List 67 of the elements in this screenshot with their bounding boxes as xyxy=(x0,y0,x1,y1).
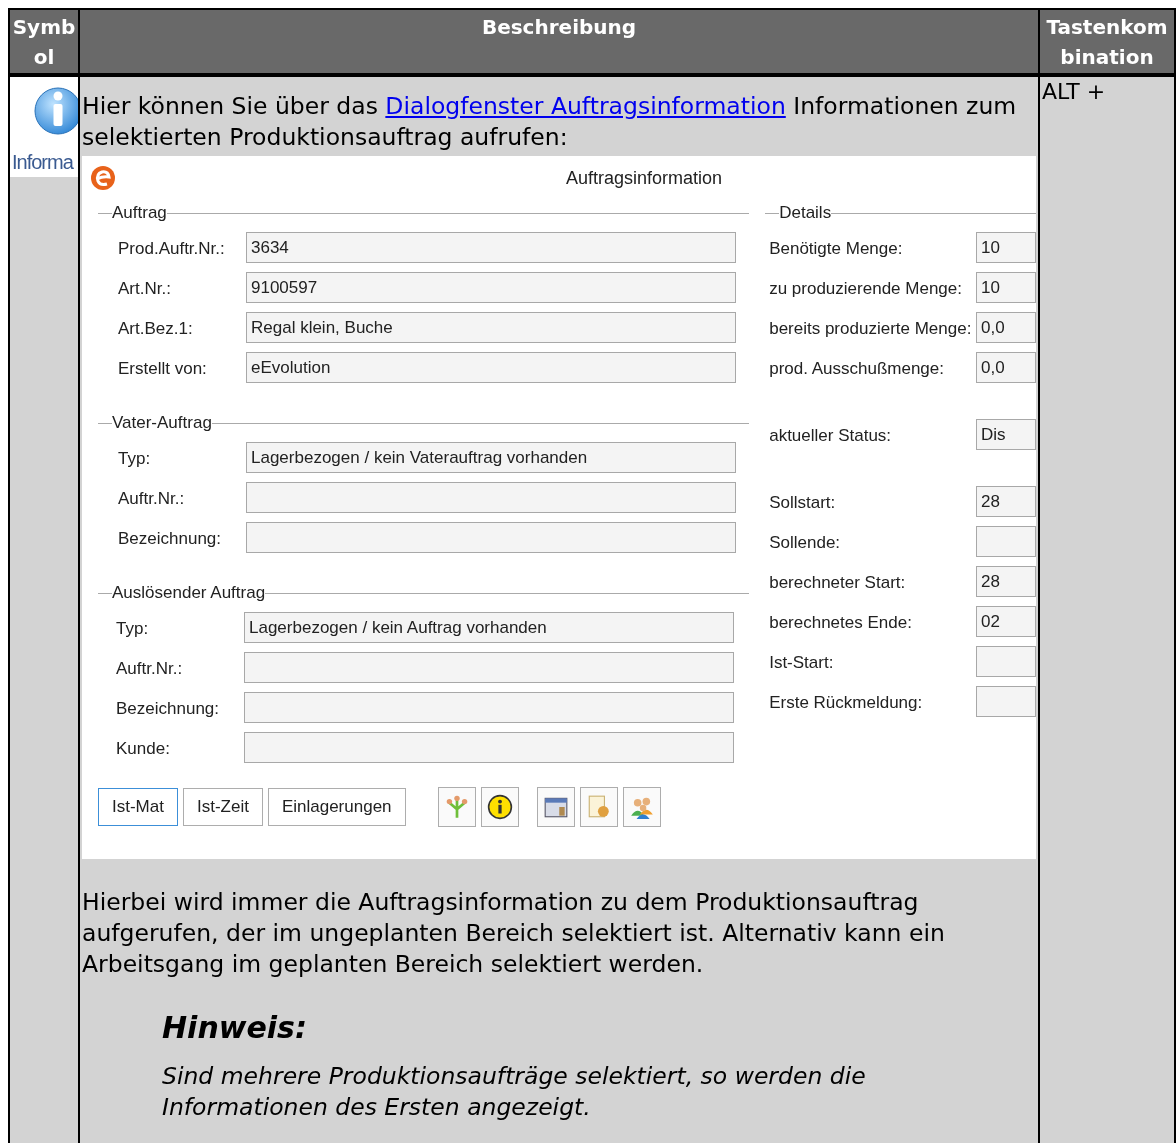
text-field[interactable] xyxy=(976,526,1036,557)
text-field[interactable]: 10 xyxy=(976,272,1036,303)
field-label: Art.Nr.: xyxy=(118,277,172,300)
field-label: Erstellt von: xyxy=(118,357,208,380)
field-label: Typ: xyxy=(116,617,150,640)
field-label: aktueller Status: xyxy=(768,424,893,447)
group-title: Auslösender Auftrag xyxy=(112,583,266,603)
dialog-link[interactable]: Dialogfenster Auftragsinformation xyxy=(385,92,786,120)
text-field[interactable] xyxy=(244,692,734,723)
e-logo-icon xyxy=(90,165,116,191)
calendar-icon[interactable] xyxy=(536,787,575,827)
text-field[interactable]: 28 xyxy=(976,486,1036,517)
intro-text: Hier können Sie über das Dialogfenster Auftragsinformation Informationen zum selektierten Produktionsauftrag aufrufen: xyxy=(81,91,1018,153)
column-header: Beschreibung xyxy=(80,10,1040,77)
field-label: berechneter Start: xyxy=(768,571,907,594)
text-field[interactable] xyxy=(976,686,1036,717)
text-field[interactable]: 0,0 xyxy=(976,352,1036,383)
field-label: Ist-Start: xyxy=(768,651,835,674)
dialog-button[interactable]: Ist-Zeit xyxy=(182,788,263,826)
field-label: Bezeichnung: xyxy=(116,697,221,720)
text-field[interactable]: Lagerbezogen / kein Auftrag vorhanden xyxy=(244,612,734,643)
field-label: Typ: xyxy=(118,447,152,470)
group-title: Auftrag xyxy=(112,203,167,223)
dialog-button[interactable]: Ist-Mat xyxy=(98,788,178,826)
info-icon[interactable] xyxy=(480,787,519,827)
note-title: Hinweis: xyxy=(162,1010,308,1045)
dialog-button[interactable]: Einlagerungen xyxy=(267,788,406,826)
text-field[interactable] xyxy=(246,522,736,553)
document-icon[interactable] xyxy=(579,787,618,827)
text-field[interactable] xyxy=(246,482,736,513)
text-field[interactable] xyxy=(244,732,734,763)
field-label: Kunde: xyxy=(116,737,171,760)
field-label: Erste Rückmeldung: xyxy=(768,691,924,714)
field-label: Auftr.Nr.: xyxy=(118,487,186,510)
text-field[interactable]: 10 xyxy=(976,232,1036,263)
users-icon[interactable] xyxy=(622,787,661,827)
field-label: Prod.Auftr.Nr.: xyxy=(118,237,226,260)
symbol-caption: Informa xyxy=(12,151,73,174)
dialog-title: Auftragsinformation xyxy=(565,168,723,189)
text-field[interactable]: 9100597 xyxy=(246,272,736,303)
text-field[interactable]: Lagerbezogen / kein Vaterauftrag vorhanden xyxy=(246,442,736,473)
text-field[interactable]: Dis xyxy=(976,419,1036,450)
field-label: Benötigte Menge: xyxy=(768,237,904,260)
text-field[interactable]: eEvolution xyxy=(246,352,736,383)
group-title: Details xyxy=(779,203,832,223)
field-label: Sollende: xyxy=(768,531,842,554)
group-title: Vater-Auftrag xyxy=(112,413,212,433)
text-field[interactable] xyxy=(244,652,734,683)
description-text: Hierbei wird immer die Auftragsinformation zu dem Produktionsauftrag aufgerufen, der im ungeplanten Bereich selektiert ist. Alternativ kann ein Arbeitsgang im geplanten Bereich selektiert werden. xyxy=(82,887,946,980)
field-label: Art.Bez.1: xyxy=(118,317,194,340)
field-label: prod. Ausschußmenge: xyxy=(768,357,945,380)
column-header: Symbol xyxy=(10,10,80,77)
field-label: Bezeichnung: xyxy=(118,527,223,550)
field-label: Auftr.Nr.: xyxy=(116,657,184,680)
field-label: Sollstart: xyxy=(768,491,837,514)
shortcut-text: ALT + xyxy=(1041,78,1107,104)
text-field[interactable]: 28 xyxy=(976,566,1036,597)
text-field[interactable]: 0,0 xyxy=(976,312,1036,343)
note-text: Sind mehrere Produktionsaufträge selektiert, so werden die Informationen des Ersten angezeigt. xyxy=(162,1061,867,1123)
text-field[interactable]: 02 xyxy=(976,606,1036,637)
text-field[interactable]: 3634 xyxy=(246,232,736,263)
field-label: bereits produzierte Menge: xyxy=(768,317,973,340)
field-label: berechnetes Ende: xyxy=(768,611,913,634)
column-header: Tastenkombination xyxy=(1040,10,1176,77)
field-label: zu produzierende Menge: xyxy=(768,277,963,300)
text-field[interactable] xyxy=(976,646,1036,677)
text-field[interactable]: Regal klein, Buche xyxy=(246,312,736,343)
